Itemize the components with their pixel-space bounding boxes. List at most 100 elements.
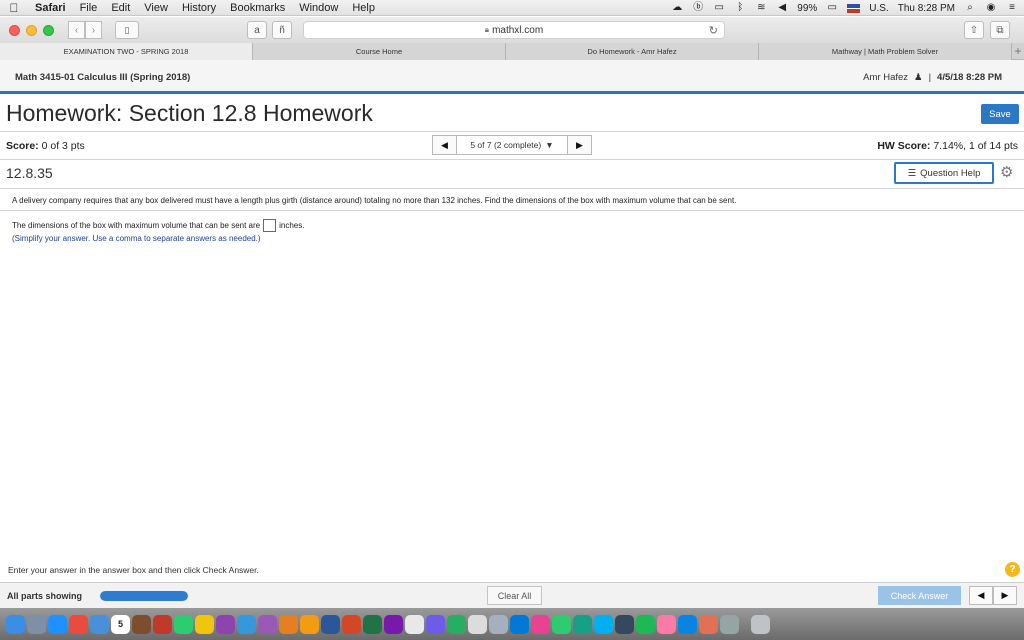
forward-button[interactable]: › [85,21,102,39]
onenote-icon[interactable] [384,614,403,634]
tab-mathway[interactable]: Mathway | Math Problem Solver [759,43,1012,60]
wifi-icon[interactable]: ≋ [755,3,767,13]
menu-view[interactable]: View [137,2,175,14]
matlab-icon[interactable] [279,614,298,634]
close-window-button[interactable] [9,24,20,36]
spotify-icon[interactable] [636,614,655,634]
circle-b-icon[interactable]: ⓑ [692,3,704,13]
tabs-overview-icon[interactable]: ⧉ [990,21,1010,39]
cloud-icon[interactable]: ☁ [671,3,683,13]
sidebar-icon[interactable]: ▯ [115,21,139,39]
question-text: A delivery company requires that any box… [12,196,737,205]
typography-icon[interactable] [468,614,487,634]
mail-icon[interactable] [90,614,109,634]
amazon-extension-icon[interactable]: a [247,21,267,39]
input-source[interactable]: U.S. [869,3,888,14]
spotlight-icon[interactable]: ⌕ [964,3,976,13]
back-button[interactable]: ‹ [68,21,85,39]
question-help-button[interactable]: ☰ Question Help [894,162,994,184]
siri-icon[interactable]: ◉ [985,3,997,13]
list-icon: ☰ [907,167,917,179]
previous-question-button[interactable]: ◀ [432,135,457,155]
zoom-window-button[interactable] [43,24,54,36]
answer-input[interactable] [263,219,277,232]
reload-icon[interactable]: ↻ [709,24,718,37]
answer-hint: (Simplify your answer. Use a comma to se… [12,234,261,243]
appstore-icon[interactable] [678,614,697,634]
footer-previous-button[interactable]: ◀ [969,586,993,605]
pinwheel-icon[interactable] [531,614,550,634]
user-name[interactable]: Amr Hafez [863,72,908,83]
facetime2-icon[interactable] [573,614,592,634]
numbers-icon[interactable] [447,614,466,634]
battery-icon[interactable]: ▭ [826,3,838,13]
menu-safari[interactable]: Safari [28,2,73,14]
garage-icon[interactable] [699,614,718,634]
tab-course-home[interactable]: Course Home [253,43,506,60]
menu-file[interactable]: File [73,2,105,14]
word-icon[interactable] [321,614,340,634]
question-help-label: Question Help [920,167,981,179]
new-tab-button[interactable]: + [1012,43,1024,59]
instruction-note: Enter your answer in the answer box and … [8,565,259,575]
hand-icon[interactable] [300,614,319,634]
finder-icon[interactable] [6,614,25,634]
browser-toolbar: ‹ › ▯ a ñ 🔒︎ mathxl.com ↻ ⇧ ⧉ [0,17,1024,43]
preview-icon[interactable] [237,614,256,634]
save-button[interactable]: Save [981,104,1019,124]
vpn-icon[interactable] [258,614,277,634]
star-icon[interactable] [426,614,445,634]
onedrive-icon[interactable] [510,614,529,634]
bluetooth-icon[interactable]: ᛒ [734,3,746,13]
calendar-icon[interactable]: 5 [111,614,130,634]
menu-help[interactable]: Help [345,2,382,14]
menu-history[interactable]: History [175,2,223,14]
photo-icon[interactable] [132,614,151,634]
safari-icon[interactable] [48,614,67,634]
notes-icon[interactable] [195,614,214,634]
divider [0,188,1024,189]
answer-suffix: inches. [279,221,305,230]
dock: 5 [0,608,1024,640]
trash-icon[interactable] [751,614,770,634]
question-selector[interactable]: 5 of 7 (2 complete) ▼ [457,135,567,155]
airplay-icon[interactable]: ▭ [713,3,725,13]
excel-icon[interactable] [363,614,382,634]
volume-icon[interactable]: ◀ [776,3,788,13]
share-icon[interactable]: ⇧ [964,21,984,39]
minimize-window-button[interactable] [26,24,37,36]
photos-icon[interactable] [489,614,508,634]
notification-center-icon[interactable]: ≡ [1006,3,1018,13]
settings-icon[interactable] [720,614,739,634]
launchpad-icon[interactable] [27,614,46,634]
help-icon[interactable]: ? [1005,562,1020,577]
extension-icon[interactable]: ñ [272,21,292,39]
pencil-icon[interactable] [216,614,235,634]
music-icon[interactable] [615,614,634,634]
gear-icon[interactable]: ⚙ [1000,163,1013,181]
menu-window[interactable]: Window [292,2,345,14]
tab-examination-two[interactable]: EXAMINATION TWO - SPRING 2018 [0,43,253,60]
next-question-button[interactable]: ▶ [567,135,592,155]
menu-edit[interactable]: Edit [104,2,137,14]
itunes-icon[interactable] [657,614,676,634]
powerpoint-icon[interactable] [342,614,361,634]
check-answer-button[interactable]: Check Answer [878,586,961,605]
messages-icon[interactable] [552,614,571,634]
flag-icon[interactable] [847,3,861,13]
user-icon[interactable]: ♟ [914,72,923,83]
clear-all-button[interactable]: Clear All [487,586,542,605]
menu-bookmarks[interactable]: Bookmarks [223,2,292,14]
tab-do-homework[interactable]: Do Homework - Amr Hafez [506,43,759,60]
footer-next-button[interactable]: ▶ [993,586,1017,605]
angry-birds-icon[interactable] [153,614,172,634]
skype-icon[interactable] [594,614,613,634]
books-icon[interactable] [405,614,424,634]
battery-percent[interactable]: 99% [797,3,817,14]
course-header: Math 3415-01 Calculus III (Spring 2018) … [0,60,1024,94]
clock[interactable]: Thu 8:28 PM [898,3,955,14]
apple-icon[interactable]:  [0,1,28,15]
facetime-icon[interactable] [174,614,193,634]
chrome-icon[interactable] [69,614,88,634]
address-bar[interactable]: 🔒︎ mathxl.com ↻ [303,21,725,39]
